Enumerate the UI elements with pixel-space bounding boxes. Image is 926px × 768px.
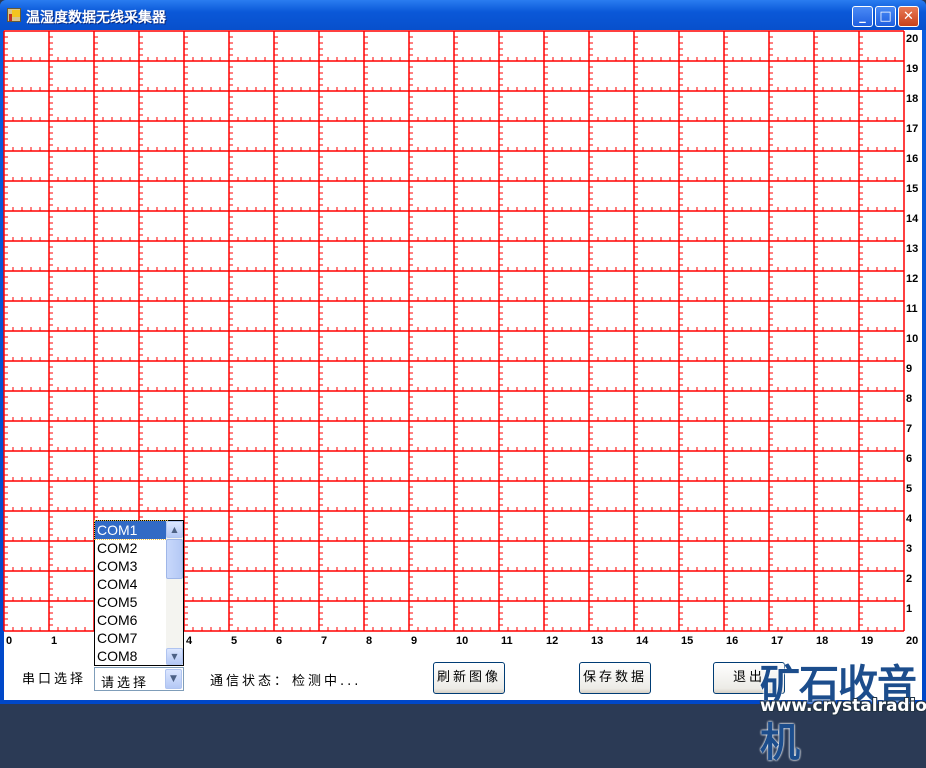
x-tick-label: 7 — [321, 635, 327, 647]
x-tick-label: 19 — [861, 635, 873, 647]
x-tick-label: 9 — [411, 635, 417, 647]
x-tick-label: 5 — [231, 635, 237, 647]
port-dropdown-list[interactable]: COM1 COM2 COM3 COM4 COM5 COM6 COM7 COM8 ▲ ▼ — [94, 520, 184, 666]
port-option[interactable]: COM6 — [95, 611, 167, 629]
x-tick-label: 10 — [456, 635, 468, 647]
watermark-url: www.crystalradio.cn — [760, 696, 926, 716]
scroll-up-icon[interactable]: ▲ — [166, 521, 183, 538]
y-tick-label: 5 — [906, 483, 912, 495]
port-select-combo[interactable]: 请选择 ▼ — [94, 667, 184, 691]
y-tick-label: 1 — [906, 603, 912, 615]
y-tick-label: 9 — [906, 363, 912, 375]
status-label: 通信状态： — [210, 674, 291, 689]
port-option[interactable]: COM5 — [95, 593, 167, 611]
y-tick-label: 10 — [906, 333, 918, 345]
y-tick-label: 11 — [906, 303, 918, 315]
y-tick-label: 19 — [906, 63, 918, 75]
y-tick-label: 15 — [906, 183, 918, 195]
scroll-thumb[interactable] — [166, 539, 183, 579]
x-tick-label: 13 — [591, 635, 603, 647]
y-tick-label: 2 — [906, 573, 912, 585]
x-tick-label: 12 — [546, 635, 558, 647]
x-tick-label: 16 — [726, 635, 738, 647]
dropdown-scrollbar[interactable]: ▲ ▼ — [166, 521, 183, 665]
status-value: 检测中... — [292, 674, 362, 689]
y-tick-label: 17 — [906, 123, 918, 135]
y-tick-label: 12 — [906, 273, 918, 285]
x-tick-label: 6 — [276, 635, 282, 647]
y-tick-label: 8 — [906, 393, 912, 405]
chevron-down-icon[interactable]: ▼ — [165, 669, 182, 689]
refresh-image-button[interactable]: 刷新图像 — [433, 662, 505, 694]
y-tick-label: 4 — [906, 513, 913, 525]
port-option[interactable]: COM2 — [95, 539, 167, 557]
x-tick-label: 1 — [51, 635, 57, 647]
port-select-label: 串口选择 — [22, 672, 87, 687]
port-option[interactable]: COM4 — [95, 575, 167, 593]
x-tick-label: 0 — [6, 635, 12, 647]
y-tick-label: 7 — [906, 423, 912, 435]
x-tick-label: 8 — [366, 635, 372, 647]
port-option[interactable]: COM1 — [94, 520, 168, 540]
x-tick-label: 4 — [186, 635, 193, 647]
port-option[interactable]: COM3 — [95, 557, 167, 575]
port-option[interactable]: COM8 — [95, 647, 167, 665]
y-tick-label: 6 — [906, 453, 912, 465]
y-tick-label: 16 — [906, 153, 918, 165]
x-tick-label: 15 — [681, 635, 693, 647]
y-tick-label: 14 — [906, 213, 919, 225]
save-data-button[interactable]: 保存数据 — [579, 662, 651, 694]
y-tick-label: 18 — [906, 93, 918, 105]
x-tick-label: 20 — [906, 635, 918, 647]
scroll-down-icon[interactable]: ▼ — [166, 648, 183, 665]
x-tick-label: 18 — [816, 635, 828, 647]
y-tick-label: 20 — [906, 33, 918, 45]
port-select-value: 请选择 — [101, 676, 150, 691]
x-tick-label: 17 — [771, 635, 783, 647]
y-tick-label: 3 — [906, 543, 912, 555]
x-tick-label: 11 — [501, 635, 513, 647]
x-tick-label: 14 — [636, 635, 649, 647]
port-option[interactable]: COM7 — [95, 629, 167, 647]
y-tick-label: 13 — [906, 243, 918, 255]
